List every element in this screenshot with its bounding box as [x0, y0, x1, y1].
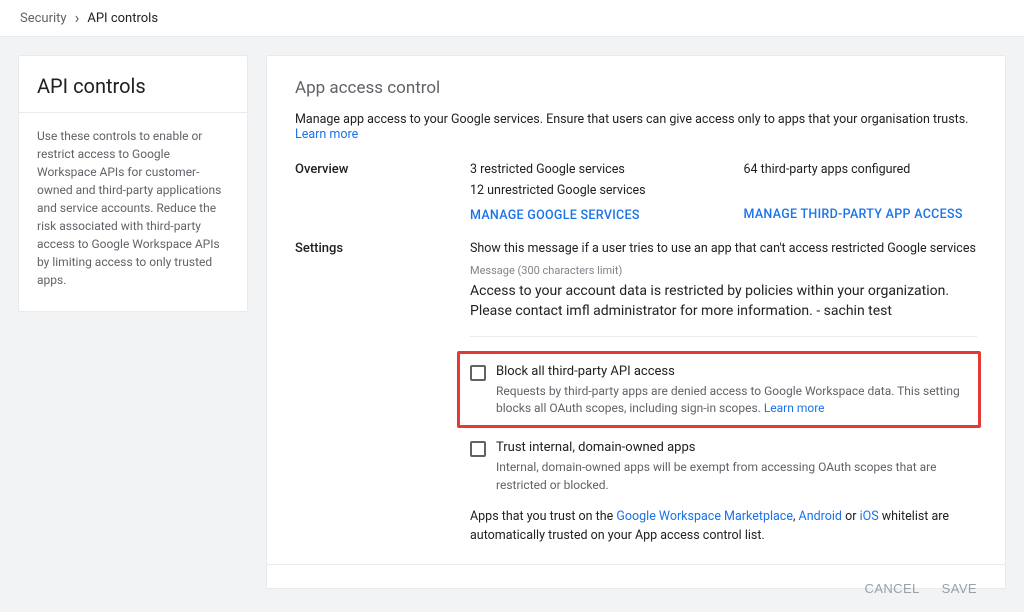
block-api-desc: Requests by third-party apps are denied … — [496, 383, 968, 418]
trust-note: Apps that you trust on the Google Worksp… — [470, 508, 977, 546]
breadcrumb-current: API controls — [87, 11, 158, 26]
trust-internal-title: Trust internal, domain-owned apps — [496, 440, 977, 455]
note-mid2: or — [842, 509, 860, 524]
block-api-highlight: Block all third-party API access Request… — [457, 351, 981, 429]
marketplace-link[interactable]: Google Workspace Marketplace — [616, 509, 793, 524]
unrestricted-services-text: 12 unrestricted Google services — [470, 183, 704, 198]
third-party-apps-text: 64 third-party apps configured — [744, 162, 978, 177]
block-api-title: Block all third-party API access — [496, 364, 968, 379]
note-pre: Apps that you trust on the — [470, 509, 616, 524]
block-api-desc-text: Requests by third-party apps are denied … — [496, 384, 960, 415]
android-link[interactable]: Android — [799, 509, 842, 524]
breadcrumb: Security › API controls — [0, 0, 1024, 37]
cancel-button[interactable]: CANCEL — [865, 581, 920, 596]
trust-internal-checkbox[interactable] — [470, 441, 486, 457]
sidebar-title: API controls — [19, 56, 247, 112]
message-caption: Message (300 characters limit) — [470, 264, 977, 277]
main-heading: App access control — [295, 78, 977, 98]
message-text[interactable]: Access to your account data is restricte… — [470, 281, 977, 322]
overview-label: Overview — [295, 162, 470, 177]
sidebar-info-card: API controls Use these controls to enabl… — [18, 55, 248, 312]
manage-third-party-button[interactable]: MANAGE THIRD-PARTY APP ACCESS — [744, 207, 978, 222]
breadcrumb-parent[interactable]: Security — [20, 11, 67, 26]
main-subtitle: Manage app access to your Google service… — [295, 112, 977, 142]
restricted-services-text: 3 restricted Google services — [470, 162, 704, 177]
main-card: App access control Manage app access to … — [266, 55, 1006, 589]
page-layout: API controls Use these controls to enabl… — [0, 37, 1024, 607]
settings-label: Settings — [295, 241, 470, 256]
save-button[interactable]: SAVE — [942, 581, 977, 596]
block-api-row: Block all third-party API access Request… — [470, 364, 968, 418]
learn-more-link[interactable]: Learn more — [295, 127, 358, 142]
ios-link[interactable]: iOS — [860, 509, 879, 524]
trust-internal-desc: Internal, domain-owned apps will be exem… — [496, 459, 977, 494]
overview-section: Overview 3 restricted Google services 12… — [295, 162, 977, 223]
settings-section: Settings Show this message if a user tri… — [295, 241, 977, 546]
settings-instruction: Show this message if a user tries to use… — [470, 241, 977, 256]
overview-services-col: 3 restricted Google services 12 unrestri… — [470, 162, 704, 223]
block-learn-more-link[interactable]: Learn more — [764, 401, 825, 415]
manage-google-services-button[interactable]: MANAGE GOOGLE SERVICES — [470, 208, 704, 223]
overview-apps-col: 64 third-party apps configured MANAGE TH… — [744, 162, 978, 223]
chevron-right-icon: › — [75, 10, 80, 26]
sidebar-description: Use these controls to enable or restrict… — [19, 113, 247, 311]
trust-internal-row: Trust internal, domain-owned apps Intern… — [470, 440, 977, 494]
action-bar: CANCEL SAVE — [267, 564, 1005, 612]
block-api-checkbox[interactable] — [470, 365, 486, 381]
divider — [470, 336, 977, 337]
subtitle-text: Manage app access to your Google service… — [295, 112, 968, 127]
